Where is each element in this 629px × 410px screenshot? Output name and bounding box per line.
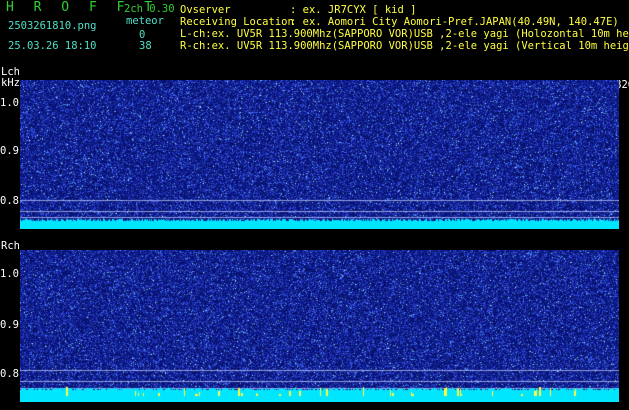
location-label: Receiving Location (180, 16, 294, 28)
lch-spectrogram (20, 80, 619, 229)
datetime-label: 25.03.26 18:10 (8, 40, 97, 52)
lch-ytick: 1.0 (0, 97, 19, 109)
location-value: : ex. Aomori City Aomori-Pref.JAPAN(40.4… (290, 16, 619, 28)
rch-channel-label: Rch (1, 240, 20, 252)
rch-ytick: 1.0 (0, 268, 19, 280)
lch-ytick: 0.9 (0, 145, 19, 157)
filename-label: 2503261810.png (8, 20, 97, 32)
lch-ytick: 0.8 (0, 195, 19, 207)
rch-spectrogram (20, 250, 619, 402)
rch-ytick: 0.9 (0, 319, 19, 331)
meteor-label: meteor (126, 15, 164, 27)
observer-label: Ovserver (180, 4, 231, 16)
lch-info: L-ch:ex. UV5R 113.900Mhz(SAPPORO VOR)USB… (180, 28, 629, 40)
observer-value: : ex. JR7CYX [ kid ] (290, 4, 417, 16)
mode-label: 2ch 0.30 (124, 3, 175, 15)
rch-info: R-ch:ex. UV5R 113.900Mhz(SAPPORO VOR)USB… (180, 40, 629, 52)
rch-ytick: 0.8 (0, 368, 19, 380)
meteor-count-rch: 38 (139, 40, 152, 52)
lch-unit-label: kHz (1, 77, 20, 89)
